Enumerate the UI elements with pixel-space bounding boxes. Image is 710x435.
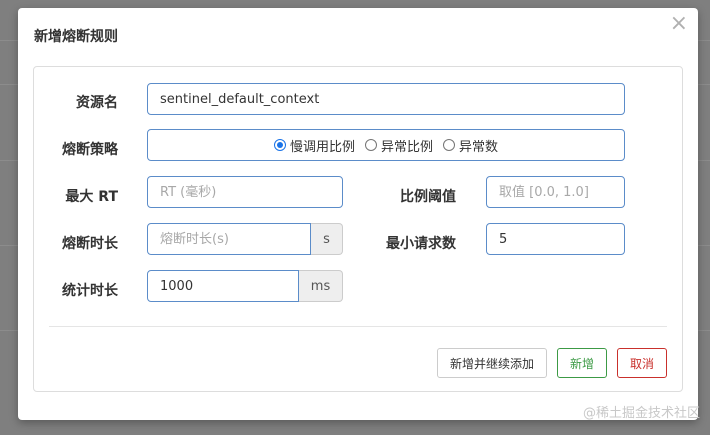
strategy-option-slow-ratio[interactable]: 慢调用比例 — [273, 136, 355, 155]
resource-name-label: 资源名 — [76, 95, 118, 111]
break-duration-input[interactable] — [147, 223, 311, 255]
stat-interval-input[interactable] — [147, 270, 299, 302]
form-panel: 资源名 熔断策略 慢调用比例 异常比例 异常数 最大 RT 比例阈值 熔断时长 — [33, 66, 683, 392]
degrade-rule-dialog: 新增熔断规则 × 资源名 熔断策略 慢调用比例 异常比例 异常数 最大 RT 比… — [18, 8, 698, 420]
stat-interval-unit: ms — [299, 270, 343, 302]
radio-unchecked-icon[interactable] — [364, 139, 377, 151]
strategy-label: 熔断策略 — [62, 142, 118, 158]
strategy-option-label: 慢调用比例 — [289, 139, 355, 155]
break-duration-unit: s — [311, 223, 343, 255]
radio-unchecked-icon[interactable] — [443, 139, 455, 151]
strategy-option-label: 异常数 — [459, 139, 499, 155]
close-icon[interactable]: × — [670, 12, 688, 36]
max-rt-label: 最大 RT — [65, 189, 118, 205]
dialog-title: 新增熔断规则 — [34, 29, 118, 45]
watermark: @稀土掘金技术社区 — [582, 406, 700, 421]
form-divider — [49, 326, 667, 327]
add-button[interactable]: 新增 — [557, 348, 607, 378]
max-rt-input[interactable] — [147, 176, 343, 208]
resource-name-input[interactable] — [147, 83, 625, 115]
min-request-amount-input[interactable] — [486, 223, 625, 255]
add-and-continue-button[interactable]: 新增并继续添加 — [437, 348, 547, 378]
break-duration-label: 熔断时长 — [62, 236, 118, 252]
cancel-button[interactable]: 取消 — [617, 348, 667, 378]
min-request-amount-label: 最小请求数 — [386, 236, 456, 252]
radio-checked-icon[interactable] — [273, 139, 286, 151]
ratio-threshold-input[interactable] — [486, 176, 625, 208]
strategy-radio-group: 慢调用比例 异常比例 异常数 — [147, 129, 625, 161]
ratio-threshold-label: 比例阈值 — [400, 189, 456, 205]
strategy-option-label: 异常比例 — [380, 139, 433, 155]
stat-interval-label: 统计时长 — [62, 283, 118, 299]
strategy-option-error-ratio[interactable]: 异常比例 — [364, 136, 433, 155]
strategy-option-error-count[interactable]: 异常数 — [443, 136, 498, 155]
